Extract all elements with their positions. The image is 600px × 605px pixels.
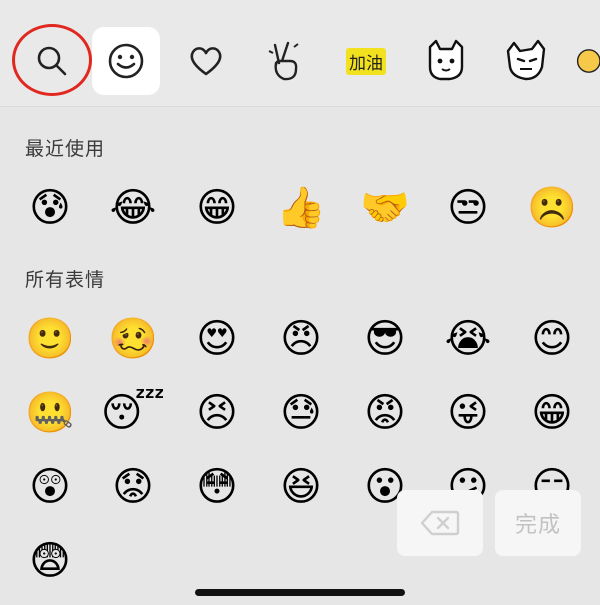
tab-gesture[interactable]	[252, 27, 320, 95]
emoji-item[interactable]: 😟	[108, 462, 158, 512]
sticker-jiayou-label: 加油	[346, 47, 386, 75]
tab-sticker-cat-1[interactable]	[412, 27, 480, 95]
partial-sticker-icon	[576, 49, 600, 73]
done-button-label: 完成	[514, 513, 561, 538]
home-indicator	[195, 589, 405, 596]
smiley-icon	[108, 43, 144, 79]
emoji-item[interactable]: 😨	[25, 536, 75, 586]
emoji-item[interactable]: 😎	[360, 314, 410, 364]
emoji-item[interactable]: 🤝	[360, 183, 410, 233]
emoji-item[interactable]: 😳	[192, 462, 242, 512]
tab-sticker-jiayou[interactable]: 加油	[332, 27, 400, 95]
peace-hand-icon	[268, 41, 299, 81]
section-title-recent: 最近使用	[25, 138, 106, 160]
emoji-item[interactable]: 😁	[192, 183, 242, 233]
emoji-item[interactable]: 🙂	[25, 314, 75, 364]
emoji-item[interactable]: 😁	[527, 388, 577, 438]
emoji-item[interactable]: 🤐	[25, 388, 75, 438]
emoji-item[interactable]: 😡	[360, 388, 410, 438]
emoji-item[interactable]: 😍	[192, 314, 242, 364]
emoji-item[interactable]: 👍	[276, 183, 326, 233]
emoji-item[interactable]: 😰	[25, 183, 75, 233]
tab-sticker-cat-2[interactable]	[492, 27, 560, 95]
section-title-all: 所有表情	[25, 269, 106, 291]
emoji-item[interactable]: 😣	[192, 388, 242, 438]
emoji-item[interactable]: 😒	[443, 183, 493, 233]
tab-search[interactable]	[18, 27, 86, 95]
emoji-item[interactable]: 😠	[276, 314, 326, 364]
emoji-item[interactable]: 😆	[276, 462, 326, 512]
emoji-item[interactable]: 😲	[25, 462, 75, 512]
delete-button[interactable]	[397, 490, 483, 556]
emoji-item[interactable]: 😓	[276, 388, 326, 438]
emoji-item[interactable]: ☹️	[527, 183, 577, 233]
tab-emoji[interactable]	[92, 27, 160, 95]
emoji-item[interactable]: 🥴	[108, 314, 158, 364]
backspace-icon	[420, 510, 460, 536]
tab-favorites[interactable]	[172, 27, 240, 95]
done-button[interactable]: 完成	[495, 490, 581, 556]
emoji-item[interactable]: 😴	[101, 388, 165, 438]
cat-sticker-icon	[506, 39, 546, 81]
tab-sticker-more[interactable]	[572, 27, 600, 95]
emoji-item[interactable]: 😂	[108, 183, 158, 233]
emoji-item[interactable]: 😭	[443, 314, 493, 364]
emoji-category-bar: 加油	[0, 0, 600, 107]
emoji-item[interactable]: 😜	[443, 388, 493, 438]
emoji-item[interactable]: 😊	[527, 314, 577, 364]
cat-sticker-icon	[428, 39, 464, 81]
heart-icon	[190, 47, 222, 76]
search-icon	[37, 46, 67, 76]
